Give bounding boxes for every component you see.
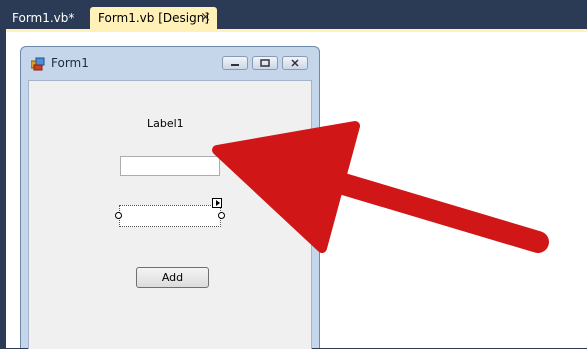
smart-tag-icon[interactable] xyxy=(212,198,222,208)
minimize-icon xyxy=(231,64,239,66)
resize-handle-right[interactable] xyxy=(218,212,225,219)
form-title: Form1 xyxy=(51,56,89,70)
close-button[interactable] xyxy=(282,56,308,70)
document-tab-strip: Form1.vb* Form1.vb [Design] × xyxy=(0,0,587,30)
tab-form1-design[interactable]: Form1.vb [Design] × xyxy=(90,7,217,29)
form-window[interactable]: Form1 Label1 Add xyxy=(20,46,320,349)
add-button[interactable]: Add xyxy=(136,267,209,288)
textbox1[interactable] xyxy=(120,156,220,176)
maximize-button[interactable] xyxy=(252,56,278,70)
close-icon[interactable]: × xyxy=(200,7,211,29)
tab-form1-vb[interactable]: Form1.vb* xyxy=(4,7,88,29)
caption-buttons xyxy=(222,56,310,72)
minimize-button[interactable] xyxy=(222,56,248,70)
maximize-icon xyxy=(260,59,270,67)
resize-handle-left[interactable] xyxy=(115,212,122,219)
textbox2-selected[interactable] xyxy=(115,198,225,227)
form-titlebar[interactable]: Form1 xyxy=(21,47,319,79)
form-client-area[interactable]: Label1 Add xyxy=(28,80,312,349)
close-x-icon xyxy=(291,59,299,67)
form-icon xyxy=(31,57,45,71)
tab-form1-design-label: Form1.vb [Design] xyxy=(98,11,210,25)
label1: Label1 xyxy=(147,117,184,130)
tab-form1-vb-label: Form1.vb* xyxy=(12,11,75,25)
